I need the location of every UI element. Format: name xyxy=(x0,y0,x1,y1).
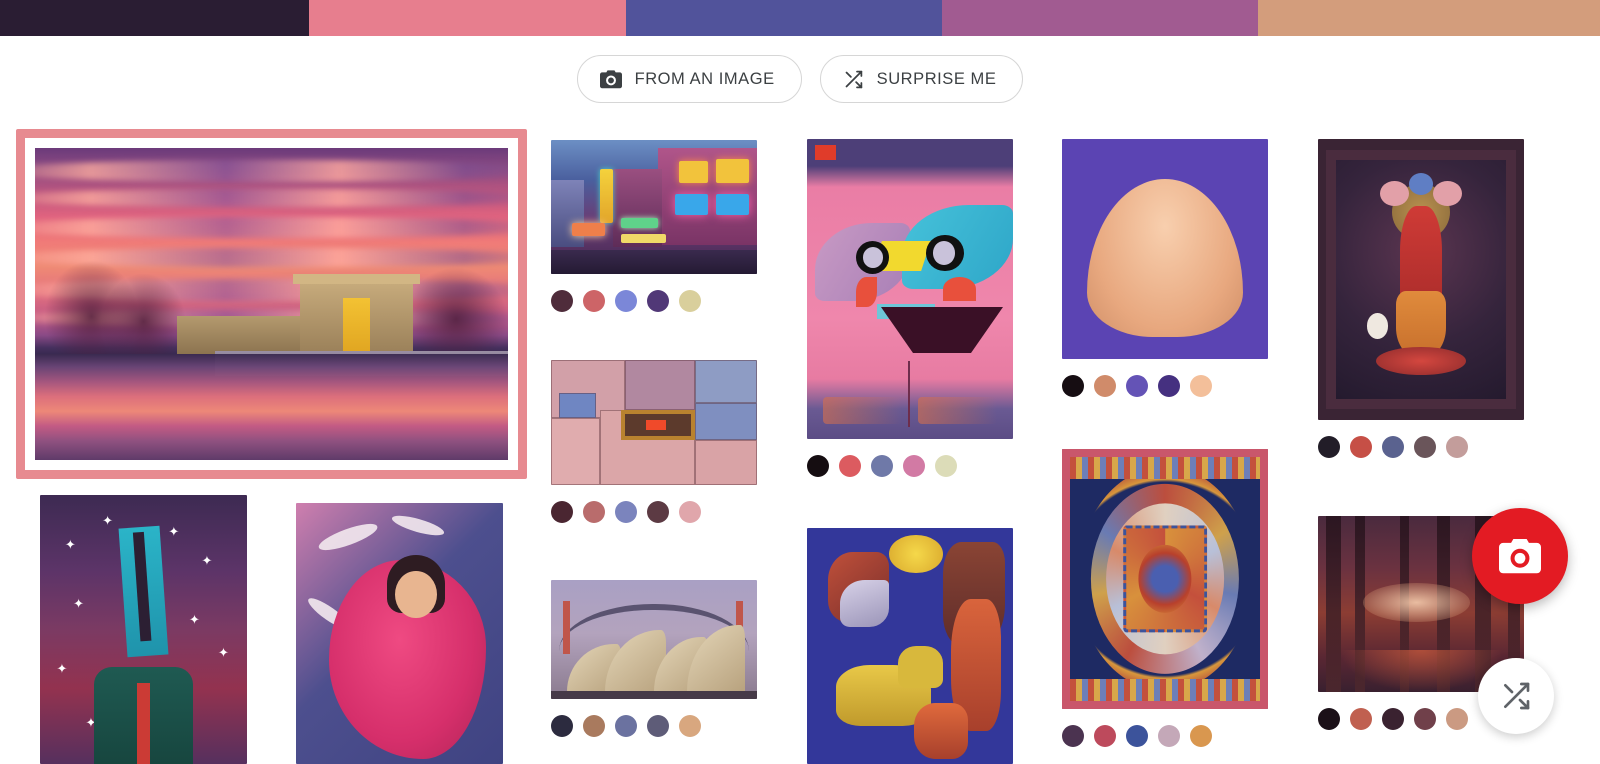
shuffle-icon xyxy=(843,69,864,90)
palette-card[interactable] xyxy=(296,503,503,764)
palette-swatch[interactable] xyxy=(647,715,669,737)
palette-swatch[interactable] xyxy=(615,501,637,523)
card-palette xyxy=(551,501,757,523)
palette-swatch[interactable] xyxy=(935,455,957,477)
palette-card[interactable] xyxy=(551,360,757,523)
palette-swatch[interactable] xyxy=(1126,725,1148,747)
palette-card[interactable] xyxy=(807,139,1013,477)
palette-swatch[interactable] xyxy=(1190,375,1212,397)
featured-palette-strip[interactable] xyxy=(0,0,1600,36)
card-thumbnail[interactable] xyxy=(1062,139,1268,359)
card-thumbnail[interactable] xyxy=(1062,449,1268,709)
card-thumbnail[interactable] xyxy=(1318,139,1524,420)
palette-swatch[interactable] xyxy=(839,455,861,477)
palette-swatch[interactable] xyxy=(1318,436,1340,458)
palette-strip-swatch[interactable] xyxy=(942,0,1258,36)
palette-swatch[interactable] xyxy=(1414,436,1436,458)
palette-swatch[interactable] xyxy=(903,455,925,477)
from-an-image-label: FROM AN IMAGE xyxy=(634,69,775,88)
palette-swatch[interactable] xyxy=(1382,708,1404,730)
featured-palette-card[interactable] xyxy=(16,129,527,479)
camera-fab-button[interactable] xyxy=(1472,508,1568,604)
camera-icon xyxy=(599,69,622,89)
palette-card[interactable] xyxy=(1318,139,1524,458)
from-an-image-button[interactable]: FROM AN IMAGE xyxy=(576,55,802,103)
palette-board: ✦ ✦ ✦ ✦ ✦ ✦ ✦ ✦ ✦ ✦ xyxy=(0,122,1600,764)
shuffle-icon xyxy=(1504,682,1530,710)
card-thumbnail[interactable] xyxy=(296,503,503,764)
palette-swatch[interactable] xyxy=(615,290,637,312)
palette-swatch[interactable] xyxy=(807,455,829,477)
card-thumbnail[interactable] xyxy=(551,580,757,699)
palette-swatch[interactable] xyxy=(871,455,893,477)
palette-swatch[interactable] xyxy=(1062,725,1084,747)
palette-swatch[interactable] xyxy=(679,290,701,312)
palette-strip-swatch[interactable] xyxy=(625,0,943,36)
sydney-opera-house-artwork xyxy=(551,580,757,699)
palette-swatch[interactable] xyxy=(679,715,701,737)
card-thumbnail[interactable]: ✦ ✦ ✦ ✦ ✦ ✦ ✦ ✦ ✦ ✦ xyxy=(40,495,247,764)
palette-card[interactable] xyxy=(1062,449,1268,747)
cubist-pink-panels-artwork xyxy=(551,360,757,485)
palette-swatch[interactable] xyxy=(1158,375,1180,397)
cosmic-monolith-man-artwork: ✦ ✦ ✦ ✦ ✦ ✦ ✦ ✦ ✦ ✦ xyxy=(40,495,247,764)
palette-swatch[interactable] xyxy=(583,501,605,523)
palette-swatch[interactable] xyxy=(551,290,573,312)
palette-swatch[interactable] xyxy=(551,715,573,737)
palette-swatch[interactable] xyxy=(583,715,605,737)
featured-artwork xyxy=(35,148,508,460)
card-palette xyxy=(1318,436,1524,458)
palette-swatch[interactable] xyxy=(679,501,701,523)
palette-swatch[interactable] xyxy=(1350,436,1372,458)
palette-card[interactable] xyxy=(807,528,1013,764)
palette-swatch[interactable] xyxy=(1062,375,1084,397)
palette-swatch[interactable] xyxy=(583,290,605,312)
card-palette xyxy=(551,290,757,312)
palette-card[interactable]: ✦ ✦ ✦ ✦ ✦ ✦ ✦ ✦ ✦ ✦ xyxy=(40,495,247,764)
blue-night-deer-artwork xyxy=(807,528,1013,764)
card-thumbnail[interactable] xyxy=(551,140,757,274)
deity-thangka-artwork xyxy=(1318,139,1524,420)
card-palette xyxy=(1062,375,1268,397)
shuffle-fab-button[interactable] xyxy=(1478,658,1554,734)
palette-strip-swatch[interactable] xyxy=(0,0,309,36)
palette-strip-swatch[interactable] xyxy=(308,0,626,36)
palette-swatch[interactable] xyxy=(1190,725,1212,747)
card-palette xyxy=(551,715,757,737)
mandala-thangka-artwork xyxy=(1062,449,1268,709)
palette-swatch[interactable] xyxy=(1094,375,1116,397)
palette-card[interactable] xyxy=(1062,139,1268,397)
shark-martini-poster-artwork xyxy=(807,139,1013,439)
palette-strip-swatch[interactable] xyxy=(1257,0,1600,36)
surprise-me-button[interactable]: SURPRISE ME xyxy=(819,55,1024,103)
palette-swatch[interactable] xyxy=(647,501,669,523)
palette-swatch[interactable] xyxy=(1094,725,1116,747)
action-bar: FROM AN IMAGE SURPRISE ME xyxy=(0,36,1600,122)
palette-swatch[interactable] xyxy=(1382,436,1404,458)
palette-swatch[interactable] xyxy=(1350,708,1372,730)
card-thumbnail[interactable] xyxy=(807,139,1013,439)
pink-dress-dancer-artwork xyxy=(296,503,503,764)
palette-swatch[interactable] xyxy=(1158,725,1180,747)
card-thumbnail[interactable] xyxy=(807,528,1013,764)
palette-swatch[interactable] xyxy=(1446,708,1468,730)
palette-swatch[interactable] xyxy=(1126,375,1148,397)
palette-swatch[interactable] xyxy=(1446,436,1468,458)
palette-card[interactable] xyxy=(551,580,757,737)
featured-image-mat xyxy=(25,138,518,470)
palette-swatch[interactable] xyxy=(1414,708,1436,730)
hong-kong-neon-street-artwork xyxy=(551,140,757,274)
card-thumbnail[interactable] xyxy=(551,360,757,485)
card-palette xyxy=(1062,725,1268,747)
palette-swatch[interactable] xyxy=(647,290,669,312)
palette-swatch[interactable] xyxy=(551,501,573,523)
palette-card[interactable] xyxy=(551,140,757,312)
palette-swatch[interactable] xyxy=(615,715,637,737)
seashell-artwork xyxy=(1062,139,1268,359)
camera-icon xyxy=(1499,538,1541,573)
surprise-me-label: SURPRISE ME xyxy=(876,69,997,88)
card-palette xyxy=(807,455,1013,477)
palette-swatch[interactable] xyxy=(1318,708,1340,730)
